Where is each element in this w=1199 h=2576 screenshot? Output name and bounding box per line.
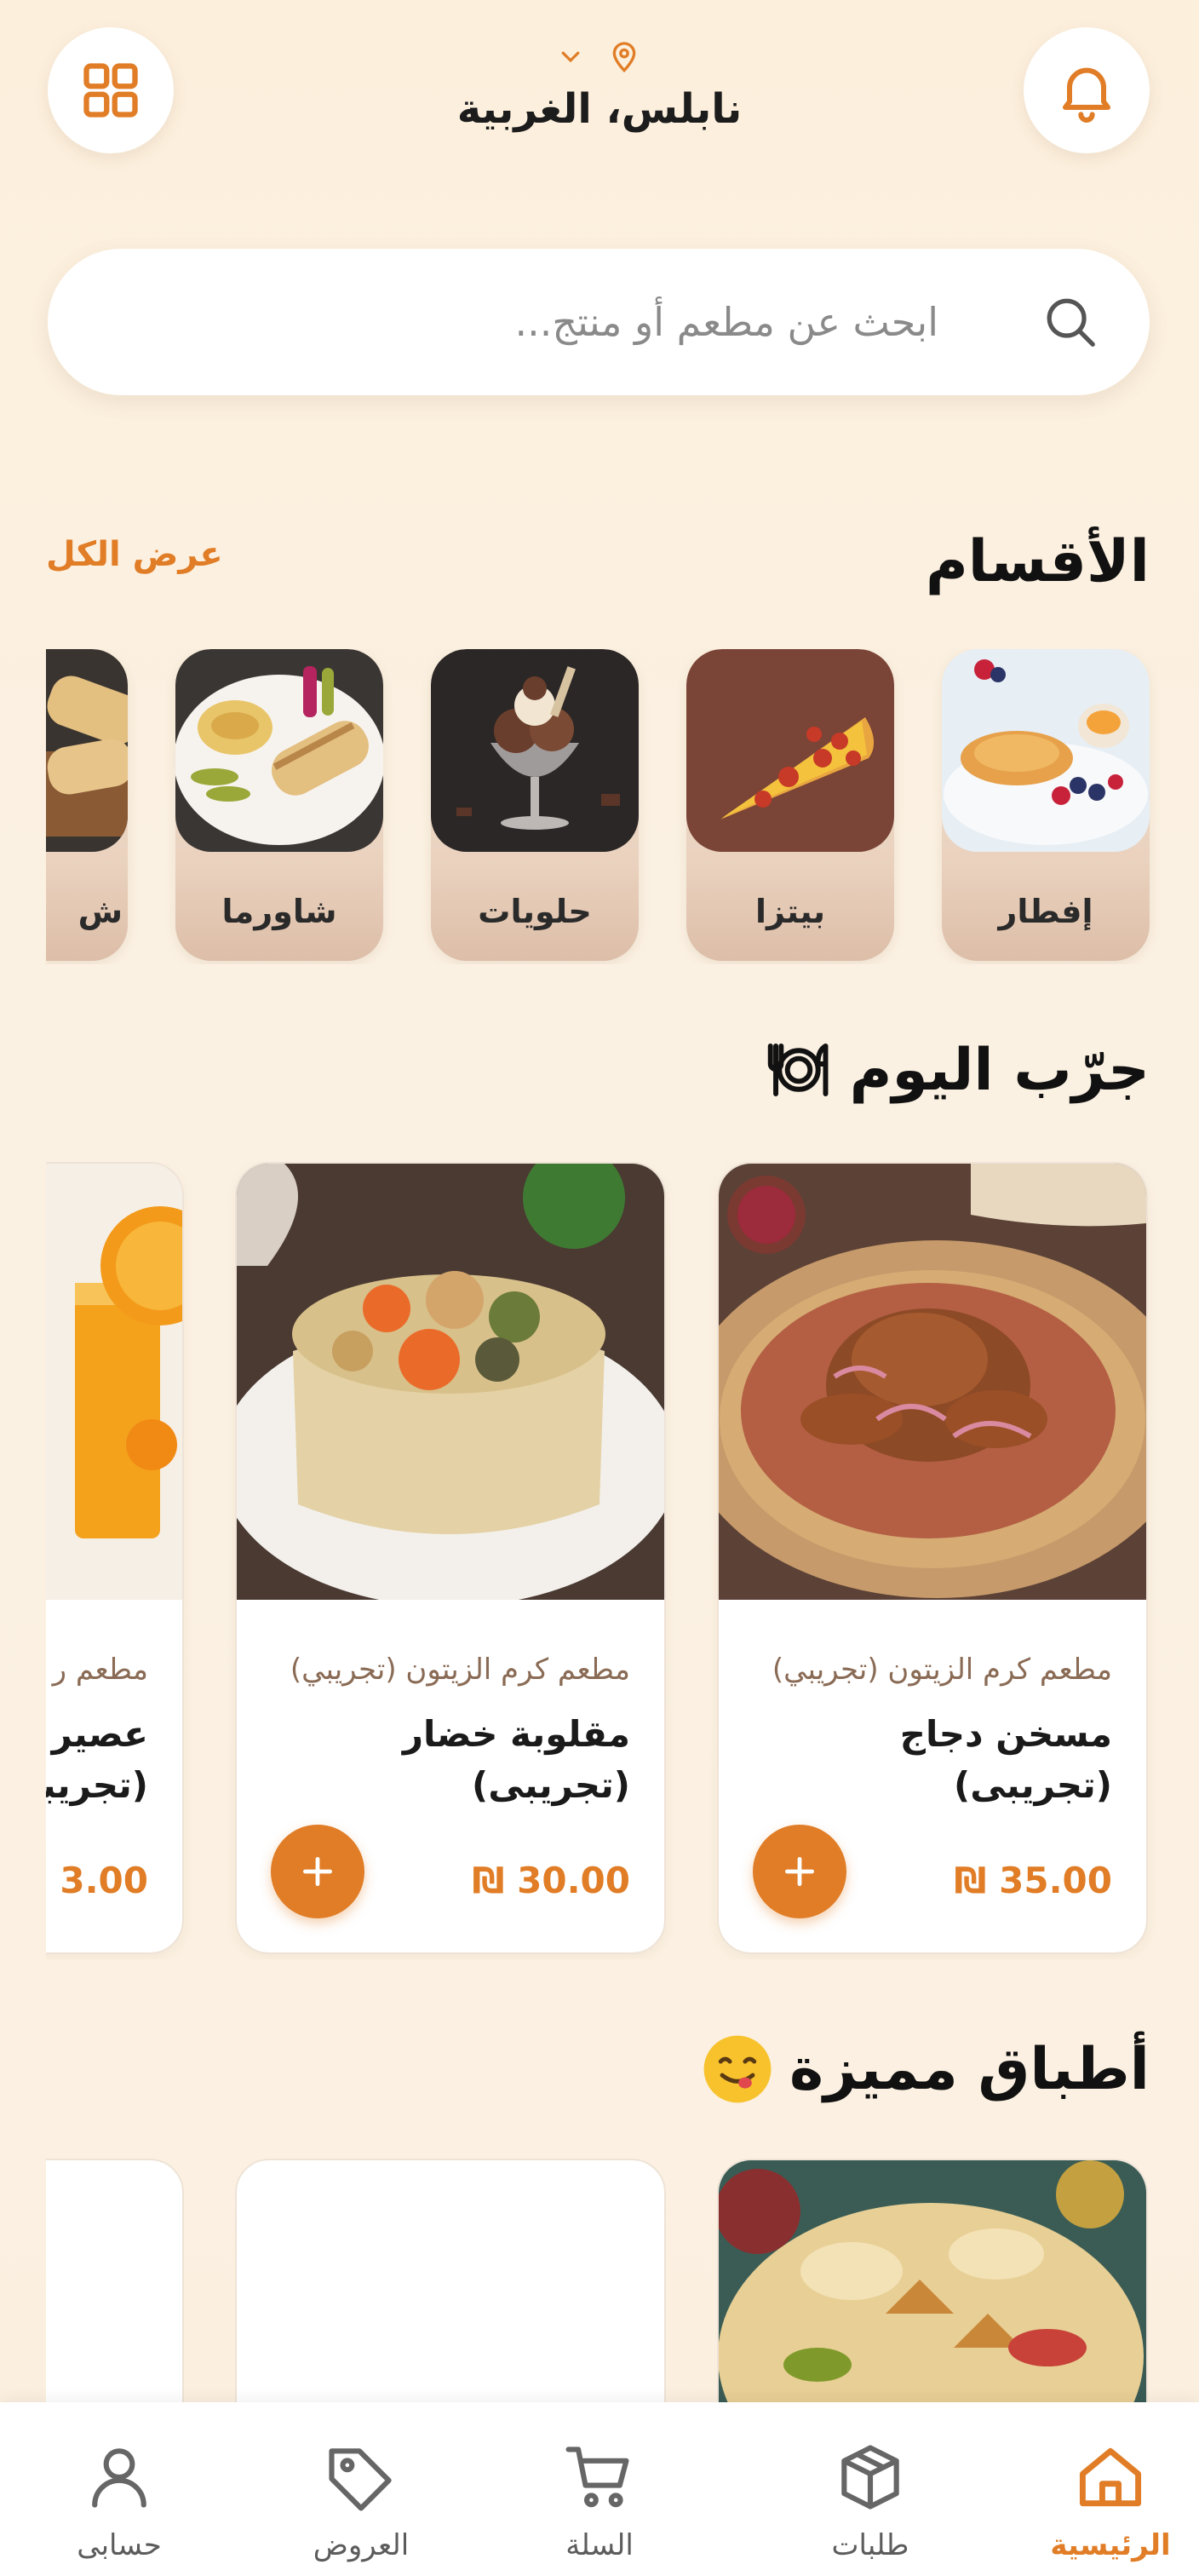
nav-offers[interactable]: العروض xyxy=(276,2402,446,2576)
restaurant-name: مطعم كرم الزيتون (تجريبي) xyxy=(772,1653,1112,1687)
category-pizza[interactable]: بيتزا xyxy=(686,649,894,961)
dish-price: 30.00 ₪ xyxy=(472,1860,630,1901)
dish-name-line2: (تجريبى) xyxy=(954,1764,1112,1806)
nav-label: السلة xyxy=(565,2528,634,2562)
nav-label: حسابى xyxy=(77,2528,162,2562)
category-sweets[interactable]: حلويات xyxy=(431,649,639,961)
featured-card[interactable] xyxy=(46,2159,184,2414)
chevron-down-icon xyxy=(561,51,580,63)
category-label: بيتزا xyxy=(755,893,825,930)
dish-name-line2: (تجريبي xyxy=(46,1764,148,1806)
food-card[interactable]: مطعم كرم الزيتون (تجريبي) مقلوبة خضار (ت… xyxy=(235,1162,666,1954)
categories-title-text: الأقسام xyxy=(925,528,1150,595)
category-label: إفطار xyxy=(998,893,1093,930)
food-image xyxy=(237,1164,664,1600)
try-today-list: مطعم كرم الزيتون (تجريبي) مسخن دجاج (تجر… xyxy=(46,1162,1199,1959)
nav-cart[interactable]: السلة xyxy=(514,2402,685,2576)
dish-name-line2: (تجريبى) xyxy=(472,1764,630,1806)
shawarma-image xyxy=(175,649,383,852)
see-all-link[interactable]: عرض الكل xyxy=(46,535,223,574)
dish-name-line1: عصير ب xyxy=(46,1713,148,1755)
nav-orders[interactable]: طلبات xyxy=(785,2402,955,2576)
try-today-title: جرّب اليوم xyxy=(763,1034,1150,1106)
food-card[interactable]: مطعم كرم الزيتون (تجريبي) مسخن دجاج (تجر… xyxy=(717,1162,1148,1954)
menu-button[interactable] xyxy=(48,27,174,153)
sweets-image xyxy=(431,649,639,852)
grid-icon xyxy=(83,63,138,118)
featured-title: أطباق مميزة xyxy=(701,2033,1150,2106)
category-label: ش xyxy=(77,893,123,930)
plate-cutlery-icon xyxy=(767,1044,829,1096)
plus-icon xyxy=(302,1856,333,1887)
dish-name: مقلوبة خضار (تجريبى) xyxy=(267,1709,630,1811)
food-image xyxy=(719,2160,1146,2414)
category-shawarma[interactable]: شاورما xyxy=(175,649,383,961)
featured-list xyxy=(46,2159,1199,2414)
restaurant-name: مطعم ر xyxy=(52,1653,148,1687)
yum-face-emoji-icon xyxy=(703,2035,772,2103)
dish-name-line1: مسخن دجاج xyxy=(899,1713,1112,1755)
search-icon xyxy=(1047,298,1095,347)
nav-label: طلبات xyxy=(831,2528,909,2562)
featured-card[interactable] xyxy=(717,2159,1148,2414)
home-screen: نابلس، الغربية ابحث عن مطعم أو منتج... ا… xyxy=(0,0,1199,2576)
featured-title-text: أطباق مميزة xyxy=(789,2035,1150,2103)
category-label: حلويات xyxy=(478,893,592,930)
user-icon xyxy=(92,2448,146,2508)
add-to-cart-button[interactable] xyxy=(753,1825,846,1918)
category-breakfast[interactable]: إفطار xyxy=(942,649,1150,961)
food-image xyxy=(46,1164,182,1600)
dish-name: عصير ب (تجريبي xyxy=(46,1709,148,1811)
dish-price: 35.00 ₪ xyxy=(954,1860,1112,1901)
featured-card[interactable] xyxy=(235,2159,666,2414)
dish-name: مسخن دجاج (تجريبى) xyxy=(749,1709,1112,1811)
location-selector[interactable]: نابلس، الغربية xyxy=(344,34,855,133)
nav-label: العروض xyxy=(313,2528,410,2562)
box-icon xyxy=(841,2445,899,2510)
nav-account[interactable]: حسابى xyxy=(34,2402,204,2576)
food-card[interactable]: مطعم ر عصير ب (تجريبي 3.00 ₪ xyxy=(46,1162,184,1954)
location-name: نابلس، الغربية xyxy=(456,85,743,133)
categories-list: إفطار بيتزا حلويات شاورما ش xyxy=(0,649,1199,964)
restaurant-name: مطعم كرم الزيتون (تجريبي) xyxy=(290,1653,630,1687)
tag-icon xyxy=(329,2448,392,2511)
nav-label: الرئيسية xyxy=(1050,2528,1171,2562)
nav-home[interactable]: الرئيسية xyxy=(1025,2402,1196,2576)
plus-icon xyxy=(784,1856,815,1887)
food-image xyxy=(719,1164,1146,1600)
bell-icon xyxy=(1063,67,1110,123)
dish-name-line1: مقلوبة خضار xyxy=(402,1713,630,1755)
bottom-nav: الرئيسية طلبات السلة العروض حسابى xyxy=(0,2402,1199,2576)
try-today-title-text: جرّب اليوم xyxy=(849,1036,1150,1104)
add-to-cart-button[interactable] xyxy=(271,1825,364,1918)
wrap-image xyxy=(46,649,128,852)
search-input[interactable]: ابحث عن مطعم أو منتج... xyxy=(97,299,1041,345)
categories-title: الأقسام xyxy=(926,528,1150,595)
cart-icon xyxy=(565,2447,629,2508)
category-partial[interactable]: ش xyxy=(46,649,128,961)
dish-price: 3.00 ₪ xyxy=(46,1860,148,1901)
notifications-button[interactable] xyxy=(1024,27,1150,153)
home-icon xyxy=(1079,2447,1142,2507)
category-label: شاورما xyxy=(221,893,337,930)
breakfast-image xyxy=(942,649,1150,852)
map-pin-icon xyxy=(612,42,636,73)
pizza-image xyxy=(686,649,894,852)
search-bar[interactable]: ابحث عن مطعم أو منتج... xyxy=(48,249,1150,395)
